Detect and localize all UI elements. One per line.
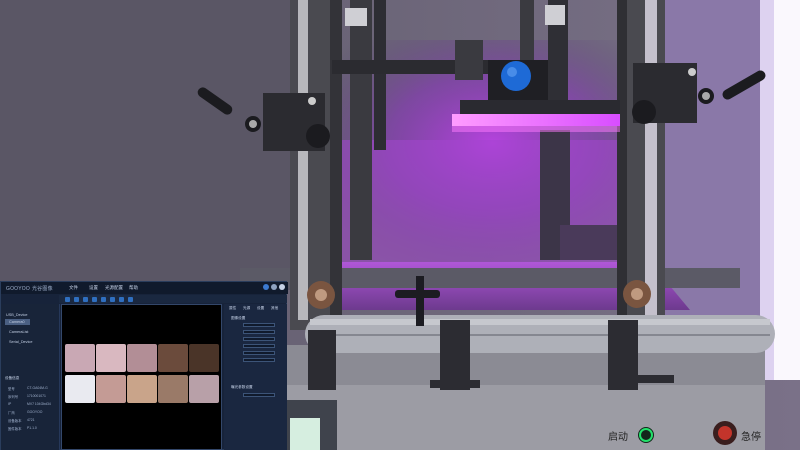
info-value: 4721 xyxy=(27,418,35,422)
info-label: IP xyxy=(8,402,12,406)
save-icon[interactable] xyxy=(101,296,106,302)
device-camera-list[interactable]: CameraList xyxy=(9,330,28,334)
app-logo: GOOYOO 光谷图像 xyxy=(4,285,53,292)
info-label: 型号 xyxy=(8,387,15,391)
info-label: 设备版本 xyxy=(8,419,22,423)
device-serial[interactable]: Serial_Device xyxy=(9,340,32,344)
info-label: 固件版本 xyxy=(8,427,22,431)
menu-file[interactable]: 文件 xyxy=(69,285,78,291)
exposure-settings-title: 曝光参数设置 xyxy=(231,385,253,389)
sample-tile xyxy=(158,375,188,403)
info-value: P1.1.0 xyxy=(27,426,37,430)
info-label: 序列号 xyxy=(8,395,19,399)
image-settings-title: 图像设置 xyxy=(231,316,246,320)
tab-other[interactable]: 其他 xyxy=(271,306,278,311)
info-label: 厂商 xyxy=(8,411,15,415)
tab-light[interactable]: 光源 xyxy=(243,306,250,311)
info-value: CT-GA04M-G xyxy=(27,386,48,390)
estop-button[interactable] xyxy=(713,421,737,445)
menu-help[interactable]: 帮助 xyxy=(129,285,138,291)
sample-tile xyxy=(65,344,95,372)
exposure-field[interactable] xyxy=(243,393,275,397)
sample-tile xyxy=(127,375,157,403)
video-icon[interactable] xyxy=(92,296,97,302)
camera-icon[interactable] xyxy=(83,296,88,302)
info-value: 1710001071 xyxy=(27,394,46,398)
play-icon[interactable] xyxy=(65,296,70,302)
estop-label: 急停 xyxy=(741,432,761,443)
grid-icon[interactable] xyxy=(128,296,133,302)
sample-tile xyxy=(65,375,95,403)
logo-subtitle: 光谷图像 xyxy=(31,286,53,292)
zoom-icon[interactable] xyxy=(110,296,115,302)
stop-icon[interactable] xyxy=(74,296,79,302)
setting-field[interactable] xyxy=(243,358,275,362)
device-usb[interactable]: USB_Device xyxy=(6,313,28,317)
menu-settings[interactable]: 设置 xyxy=(89,285,98,291)
sample-tile xyxy=(158,344,188,372)
settings-icon[interactable] xyxy=(263,284,269,290)
software-window: GOOYOO 光谷图像 文件 设置 光源配置 帮助 USB_Device Came… xyxy=(0,281,288,450)
minimize-icon[interactable] xyxy=(271,284,277,290)
sample-tile xyxy=(127,344,157,372)
start-button[interactable] xyxy=(636,425,656,445)
fit-icon[interactable] xyxy=(119,296,124,302)
menu-light-config[interactable]: 光源配置 xyxy=(105,285,123,291)
setting-field[interactable] xyxy=(243,344,275,348)
setting-field[interactable] xyxy=(243,330,275,334)
info-value: MV7 104Gbd34 xyxy=(27,402,51,406)
sample-tile xyxy=(96,344,126,372)
sample-tile xyxy=(189,344,219,372)
image-viewer[interactable] xyxy=(61,304,222,450)
sample-tile xyxy=(189,375,219,403)
tab-settings[interactable]: 设置 xyxy=(257,306,264,311)
tab-properties[interactable]: 属性 xyxy=(229,306,236,311)
device-camera0[interactable]: Camera0 xyxy=(9,320,25,324)
logo-text: GOOYOO xyxy=(6,286,30,292)
setting-field[interactable] xyxy=(243,351,275,355)
close-icon[interactable] xyxy=(279,284,285,290)
device-info-title: 设备信息 xyxy=(5,376,20,380)
start-label: 启动 xyxy=(608,432,628,443)
setting-field[interactable] xyxy=(243,337,275,341)
sample-tile xyxy=(96,375,126,403)
setting-field[interactable] xyxy=(243,323,275,327)
info-value: GOOYOO xyxy=(27,410,43,414)
